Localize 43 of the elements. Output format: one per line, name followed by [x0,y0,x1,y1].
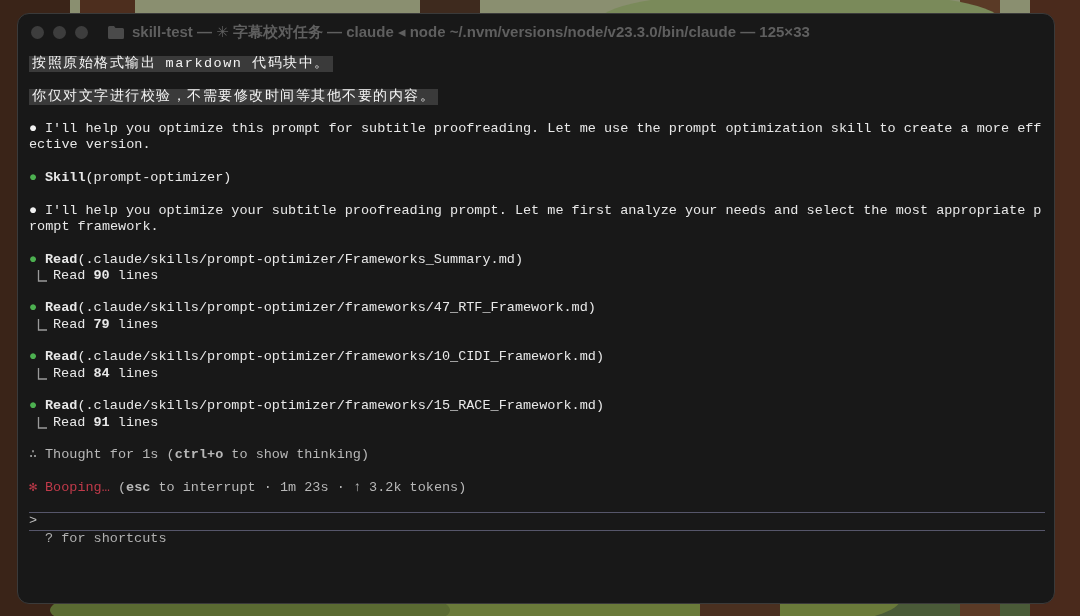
zoom-button[interactable] [75,25,88,39]
bullet-icon: ● [29,398,45,415]
message-text: ective version. [29,137,151,154]
tool-name: Read [45,349,78,366]
bullet-icon: ● [29,349,45,366]
bullet-icon: ● [29,300,45,317]
user-message: 你仅对文字进行校验，不需要修改时间等其他不要的内容。 [29,88,438,105]
tool-name: Read [45,251,78,268]
corner-icon [37,416,47,429]
tool-result: Read 79 lines [53,316,159,334]
minimize-button[interactable] [53,25,66,39]
window-title: skill-test — ✳ 字幕校对任务 — claude ◂ node ~/.nvm/versions/node/v23.3.0/bin/claude — 125×33 [132,22,810,42]
status-verb: Booping… [45,479,111,496]
tool-arguments: (.claude/skills/prompt-optimizer/frameworks/47_RTF_Framework.md) [77,300,596,317]
input-prompt[interactable]: > [29,513,38,530]
tool-arguments: (prompt-optimizer) [85,170,232,187]
bullet-icon: ● [29,251,45,268]
close-button[interactable] [31,25,44,39]
folder-icon [108,25,124,39]
tool-name: Read [45,300,78,317]
corner-icon [37,270,47,282]
status-text: (esc to interrupt · 1m 23s · ↑ 3.2k tokens) [117,479,467,496]
message-text: rompt framework. [29,218,159,236]
message-text: I'll help you optimize this prompt for subtitle proofreading. Let me use the prompt optimization skill to create a more eff [45,121,1042,138]
tool-arguments: (.claude/skills/prompt-optimizer/frameworks/15_RACE_Framework.md) [77,398,604,415]
user-message: 按照原始格式输出 markdown 代码块中。 [29,56,333,73]
shortcuts-hint: ? for shortcuts [44,530,167,547]
bullet-icon: ● [29,170,45,187]
tool-result: Read 84 lines [53,365,159,382]
message-text: I'll help you optimize your subtitle proofreading prompt. Let me first analyze your needs and select the most appropriate p [45,202,1042,219]
bullet-icon: ● [29,121,45,138]
corner-icon [37,318,47,331]
tool-name: Skill [45,170,86,187]
tool-name: Read [45,398,78,415]
thinking-text: Thought for 1s (ctrl+o to show thinking) [45,447,370,464]
tool-arguments: (.claude/skills/prompt-optimizer/Frameworks_Summary.md) [77,251,523,268]
thinking-icon: ∴ [29,447,45,464]
tool-result: Read 91 lines [53,414,159,431]
bullet-icon: ● [29,202,45,219]
tool-result: Read 90 lines [53,267,159,285]
spinner-icon: ✻ [29,479,45,496]
tool-arguments: (.claude/skills/prompt-optimizer/frameworks/10_CIDI_Framework.md) [77,349,604,366]
corner-icon [37,367,47,380]
